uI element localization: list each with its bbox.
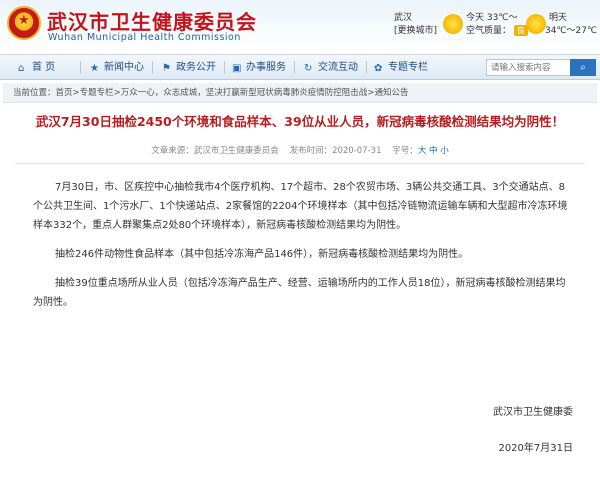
nav-home[interactable]: ⌂ 首 页 xyxy=(18,55,55,80)
breadcrumb-link-notices[interactable]: 通知公告 xyxy=(374,88,408,98)
article-title: 武汉7月30日抽检2450个环境和食品样本、39位从业人员，新冠病毒核酸检测结果… xyxy=(35,114,565,129)
service-icon: ▣ xyxy=(232,63,242,74)
nav-topics[interactable]: ✿ 专题专栏 xyxy=(374,55,428,80)
today-temp: 33℃～ xyxy=(486,13,518,23)
aqi-label: 空气质量： xyxy=(466,26,512,36)
font-size-large-button[interactable]: 大 xyxy=(418,146,427,156)
breadcrumb-link-topics[interactable]: 专题专栏 xyxy=(80,88,114,98)
breadcrumb-link-campaign[interactable]: 万众一心，众志成城，坚决打赢新型冠状病毒肺炎疫情防控阻击战 xyxy=(121,88,368,98)
main-nav: ⌂首 页 ★新闻中心 ⚑政务公开 ▣办事服务 ↻交流互动 ✿专题专栏 ⌕ xyxy=(0,54,600,80)
article-date: 2020-07-31 xyxy=(332,146,382,156)
font-size-small-button[interactable]: 小 xyxy=(440,146,449,156)
city-name: 武汉 xyxy=(394,13,413,23)
nav-interaction[interactable]: ↻ 交流互动 xyxy=(304,55,358,80)
today-weather: 今天 33℃～ 空气质量： 良 xyxy=(466,12,528,38)
open-gov-icon: ⚑ xyxy=(162,63,171,74)
news-icon: ★ xyxy=(90,63,99,74)
sunny-weather-icon xyxy=(526,14,546,34)
nav-divider xyxy=(152,61,153,74)
breadcrumb-link-home[interactable]: 首页 xyxy=(56,88,73,98)
nav-news-center[interactable]: ★ 新闻中心 xyxy=(90,55,144,80)
interaction-icon: ↻ xyxy=(304,63,313,74)
search-icon: ⌕ xyxy=(580,62,586,73)
date-label: 发布时间： xyxy=(289,146,333,156)
article-meta: 文章来源：武汉市卫生健康委员会 发布时间：2020-07-31 字号：大 中 小 xyxy=(3,145,597,157)
breadcrumb-sep: > xyxy=(113,88,121,98)
sunny-weather-icon xyxy=(443,14,463,34)
nav-open-gov[interactable]: ⚑ 政务公开 xyxy=(162,55,216,80)
city-widget: 武汉 [更换城市] xyxy=(394,12,437,38)
national-emblem-logo: ★ xyxy=(7,6,41,40)
breadcrumb: 当前位置：首页>专题专栏>万众一心，众志成城，坚决打赢新型冠状病毒肺炎疫情防控阻… xyxy=(3,83,597,103)
topic-icon: ✿ xyxy=(374,63,383,74)
org-name-en: Wuhan Municipal Health Commission xyxy=(48,32,241,43)
nav-divider xyxy=(294,61,295,74)
nav-divider xyxy=(80,61,81,74)
article-signature: 武汉市卫生健康委 xyxy=(493,407,573,418)
star-icon: ★ xyxy=(18,13,30,28)
nav-divider xyxy=(366,61,367,74)
site-header: ★ 武汉市卫生健康委员会 Wuhan Municipal Health Comm… xyxy=(0,0,600,53)
nav-divider xyxy=(224,61,225,74)
org-name-cn: 武汉市卫生健康委员会 xyxy=(47,10,257,34)
breadcrumb-sep: > xyxy=(72,88,80,98)
source-label: 文章来源： xyxy=(151,146,194,156)
article-source: 武汉市卫生健康委员会 xyxy=(193,146,279,156)
search-input[interactable] xyxy=(486,59,571,76)
font-size-medium-button[interactable]: 中 xyxy=(429,146,438,156)
article: 武汉7月30日抽检2450个环境和食品样本、39位从业人员，新冠病毒核酸检测结果… xyxy=(3,113,597,454)
article-paragraph: 7月30日，市、区疾控中心抽检我市4个医疗机构、17个超市、28个农贸市场、3辆… xyxy=(33,182,568,231)
breadcrumb-prefix: 当前位置： xyxy=(13,88,56,98)
tomorrow-temp: 34℃～27℃ xyxy=(545,26,598,36)
article-paragraph: 抽检39位重点场所从业人员（包括冷冻海产品生产、经营、运输场所内的工作人员18位… xyxy=(33,278,566,308)
article-paragraph: 抽检246件动物性食品样本（其中包括冷冻海产品146件），新冠病毒核酸检测结果均… xyxy=(55,249,469,260)
divider xyxy=(15,163,585,164)
search-button[interactable]: ⌕ xyxy=(570,59,596,76)
tomorrow-weather: 明天 34℃～27℃ xyxy=(545,12,597,38)
article-sign-date: 2020年7月31日 xyxy=(498,443,573,454)
font-size-label: 字号： xyxy=(392,146,418,156)
nav-service[interactable]: ▣ 办事服务 xyxy=(232,55,286,80)
tomorrow-label: 明天 xyxy=(549,13,568,23)
home-icon: ⌂ xyxy=(18,63,25,74)
city-switch-link[interactable]: [更换城市] xyxy=(394,25,437,38)
today-label: 今天 xyxy=(466,13,485,23)
